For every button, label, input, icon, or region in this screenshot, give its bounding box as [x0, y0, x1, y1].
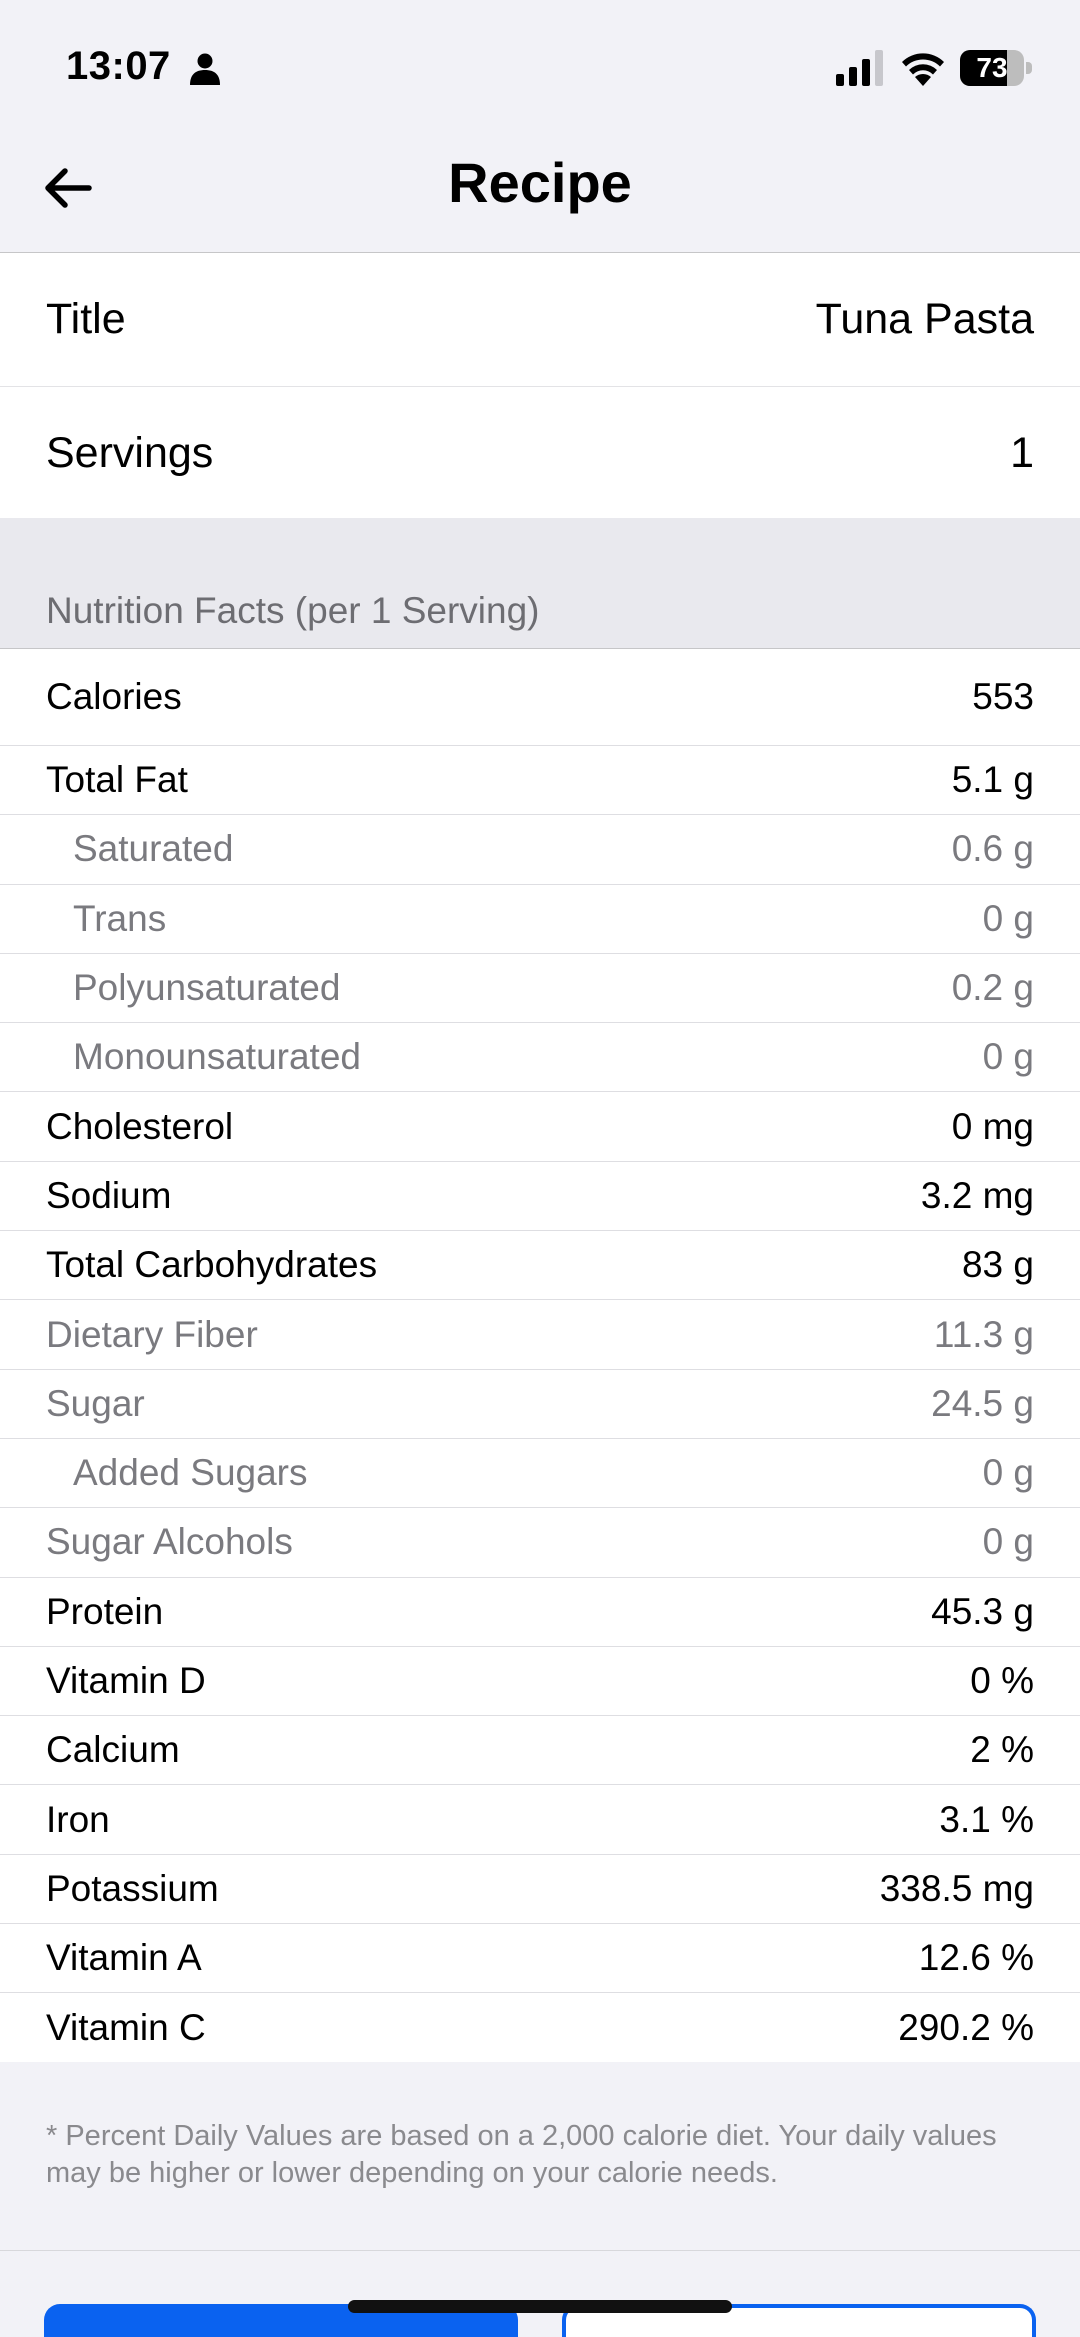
nutrition-row-added-sugars: Added Sugars 0 g [0, 1439, 1080, 1509]
page-title: Recipe [448, 151, 632, 214]
nutrition-row-trans: Trans 0 g [0, 885, 1080, 954]
title-label: Title [46, 295, 126, 343]
nutrition-value: 553 [972, 676, 1034, 717]
nutrition-label: Dietary Fiber [46, 1313, 258, 1355]
nutrition-value: 0 % [970, 1660, 1034, 1701]
nutrition-section-header: Nutrition Facts (per 1 Serving) [0, 518, 1080, 649]
nutrition-value: 338.5 mg [879, 1867, 1034, 1909]
nutrition-row-protein: Protein 45.3 g [0, 1578, 1080, 1647]
nutrition-value: 0.6 g [951, 828, 1034, 870]
nutrition-value: 0 g [982, 1452, 1034, 1494]
nutrition-label: Monounsaturated [73, 1036, 361, 1078]
nutrition-label: Calcium [46, 1729, 180, 1771]
nutrition-label: Total Carbohydrates [46, 1244, 378, 1286]
nutrition-label: Sodium [46, 1174, 172, 1216]
home-indicator [348, 2300, 732, 2313]
nutrition-label: Vitamin D [46, 1660, 206, 1701]
battery-icon: 73 [960, 50, 1034, 86]
nutrition-label: Added Sugars [73, 1452, 308, 1494]
nutrition-row-vitamin-a: Vitamin A 12.6 % [0, 1924, 1080, 1994]
nutrition-row-calories: Calories 553 [0, 649, 1080, 746]
nutrition-label: Calories [46, 676, 182, 717]
nutrition-row-sugar-alcohols: Sugar Alcohols 0 g [0, 1508, 1080, 1578]
nutrition-value: 0.2 g [951, 967, 1034, 1009]
daily-value-footnote: * Percent Daily Values are based on a 2,… [0, 2062, 1080, 2250]
title-row[interactable]: Title Tuna Pasta [0, 253, 1080, 386]
nutrition-value: 3.2 mg [920, 1174, 1034, 1216]
nutrition-row-saturated: Saturated 0.6 g [0, 815, 1080, 885]
nutrition-row-dietary-fiber: Dietary Fiber 11.3 g [0, 1300, 1080, 1370]
nutrition-value: 5.1 g [951, 759, 1034, 801]
nutrition-facts-list: Calories 553 Total Fat 5.1 g Saturated 0.6 … [0, 649, 1080, 2064]
title-value[interactable]: Tuna Pasta [816, 295, 1034, 344]
nutrition-label: Total Fat [46, 759, 188, 801]
nutrition-label: Protein [46, 1590, 164, 1632]
nutrition-value: 45.3 g [931, 1590, 1034, 1632]
nutrition-row-sodium: Sodium 3.2 mg [0, 1162, 1080, 1232]
nutrition-value: 12.6 % [918, 1937, 1034, 1979]
nutrition-row-cholesterol: Cholesterol 0 mg [0, 1092, 1080, 1162]
nutrition-row-sugar: Sugar 24.5 g [0, 1370, 1080, 1439]
bottom-action-bar [0, 2250, 1080, 2337]
nutrition-value: 11.3 g [933, 1313, 1034, 1355]
nutrition-value: 24.5 g [931, 1382, 1034, 1424]
nutrition-header-label: Nutrition Facts (per 1 Serving) [46, 590, 540, 631]
nutrition-value: 0 g [982, 897, 1034, 939]
servings-value[interactable]: 1 [1010, 429, 1034, 478]
nutrition-row-monounsaturated: Monounsaturated 0 g [0, 1023, 1080, 1093]
nutrition-value: 3.1 % [939, 1798, 1034, 1840]
battery-percent: 73 [976, 52, 1008, 83]
nutrition-row-total-fat: Total Fat 5.1 g [0, 746, 1080, 816]
nutrition-value: 83 g [961, 1244, 1034, 1286]
nutrition-row-calcium: Calcium 2 % [0, 1716, 1080, 1786]
footnote-text: * Percent Daily Values are based on a 2,… [46, 2120, 997, 2189]
nutrition-value: 290.2 % [898, 2006, 1034, 2048]
nutrition-row-vitamin-c: Vitamin C 290.2 % [0, 1993, 1080, 2062]
nutrition-label: Vitamin A [46, 1937, 202, 1979]
wifi-icon [902, 53, 944, 86]
signal-icon [836, 50, 883, 86]
nutrition-label: Potassium [46, 1867, 219, 1909]
recipe-settings: Title Tuna Pasta Servings 1 [0, 253, 1080, 519]
nutrition-label: Sugar [46, 1382, 145, 1424]
nutrition-label: Vitamin C [46, 2006, 206, 2048]
nutrition-label: Iron [46, 1798, 110, 1840]
nav-bar: Recipe [0, 130, 1080, 253]
nutrition-label: Cholesterol [46, 1105, 234, 1147]
nutrition-row-vitamin-d: Vitamin D 0 % [0, 1647, 1080, 1717]
nutrition-row-total-carbohydrates: Total Carbohydrates 83 g [0, 1231, 1080, 1301]
nutrition-row-iron: Iron 3.1 % [0, 1785, 1080, 1855]
nutrition-value: 0 g [982, 1036, 1034, 1078]
servings-label: Servings [46, 428, 214, 477]
nutrition-value: 0 mg [951, 1105, 1034, 1147]
nutrition-label: Polyunsaturated [73, 967, 341, 1009]
nutrition-label: Saturated [73, 828, 234, 870]
nutrition-label: Trans [73, 897, 167, 939]
nutrition-row-polyunsaturated: Polyunsaturated 0.2 g [0, 954, 1080, 1024]
nutrition-value: 2 % [970, 1729, 1034, 1771]
servings-row[interactable]: Servings 1 [0, 386, 1080, 519]
status-time: 13:07 [66, 44, 171, 88]
nutrition-row-potassium: Potassium 338.5 mg [0, 1855, 1080, 1925]
nutrition-label: Sugar Alcohols [46, 1521, 293, 1563]
status-bar: 13:07 73 [0, 0, 1080, 130]
nutrition-value: 0 g [982, 1521, 1034, 1563]
person-icon [190, 53, 220, 85]
